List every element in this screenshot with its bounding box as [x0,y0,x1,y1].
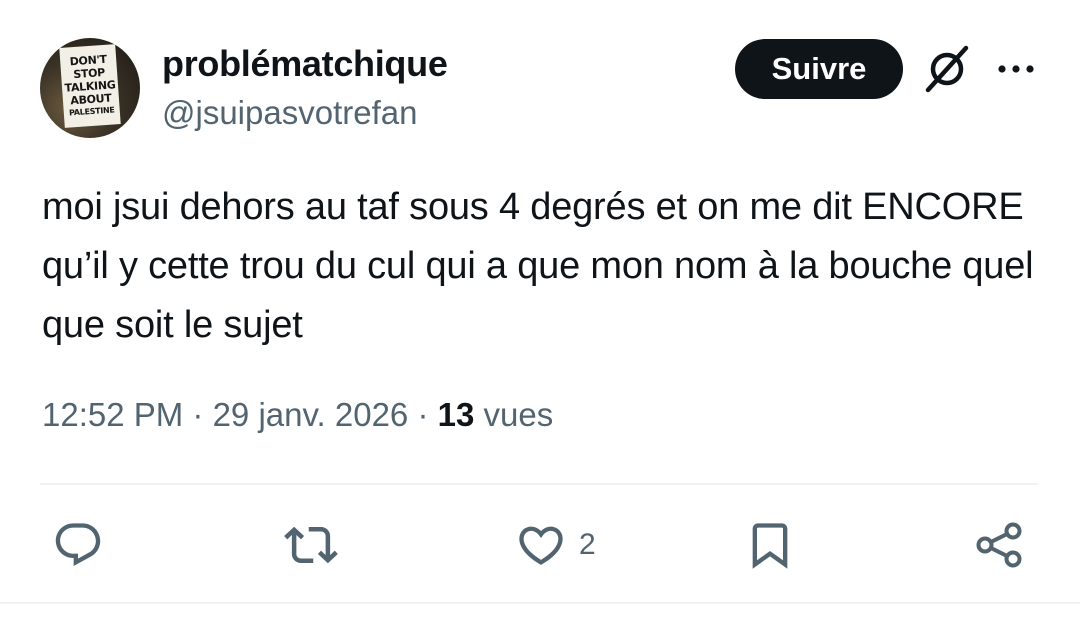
like-icon [519,526,563,565]
tweet-time[interactable]: 12:52 PM [42,396,183,433]
share-icon [976,522,1022,568]
display-name[interactable]: problématchique [162,43,448,85]
meta-separator: · [408,396,438,433]
like-count: 2 [579,528,596,561]
reply-icon [55,523,101,567]
views-count[interactable]: 13 [438,396,475,433]
meta-separator: · [183,396,213,433]
grok-icon[interactable] [920,44,974,94]
tweet: DON'T STOP TALKING ABOUT PALESTINE probl… [0,0,1080,635]
avatar[interactable]: DON'T STOP TALKING ABOUT PALESTINE [40,38,140,138]
like-button[interactable]: 2 [515,518,596,572]
divider [40,483,1038,485]
retweet-button[interactable] [284,518,338,572]
bookmark-button[interactable] [744,518,796,572]
reply-button[interactable] [52,518,104,572]
avatar-sign-line: PALESTINE [68,105,115,118]
user-handle[interactable]: @jsuipasvotrefan [162,94,417,132]
avatar-sign: DON'T STOP TALKING ABOUT PALESTINE [59,44,121,128]
follow-button[interactable]: Suivre [735,39,903,99]
more-options-icon[interactable] [995,55,1037,83]
views-label[interactable]: vues [484,396,554,433]
tweet-text: moi jsui dehors au taf sous 4 degrés et … [42,186,1034,346]
bottom-divider [0,602,1080,604]
tweet-date[interactable]: 29 janv. 2026 [213,396,409,433]
retweet-icon [284,526,338,564]
tweet-meta: 12:52 PM · 29 janv. 2026 · 13 vues [42,396,553,434]
bookmark-icon [752,523,788,569]
share-button[interactable] [973,518,1025,572]
